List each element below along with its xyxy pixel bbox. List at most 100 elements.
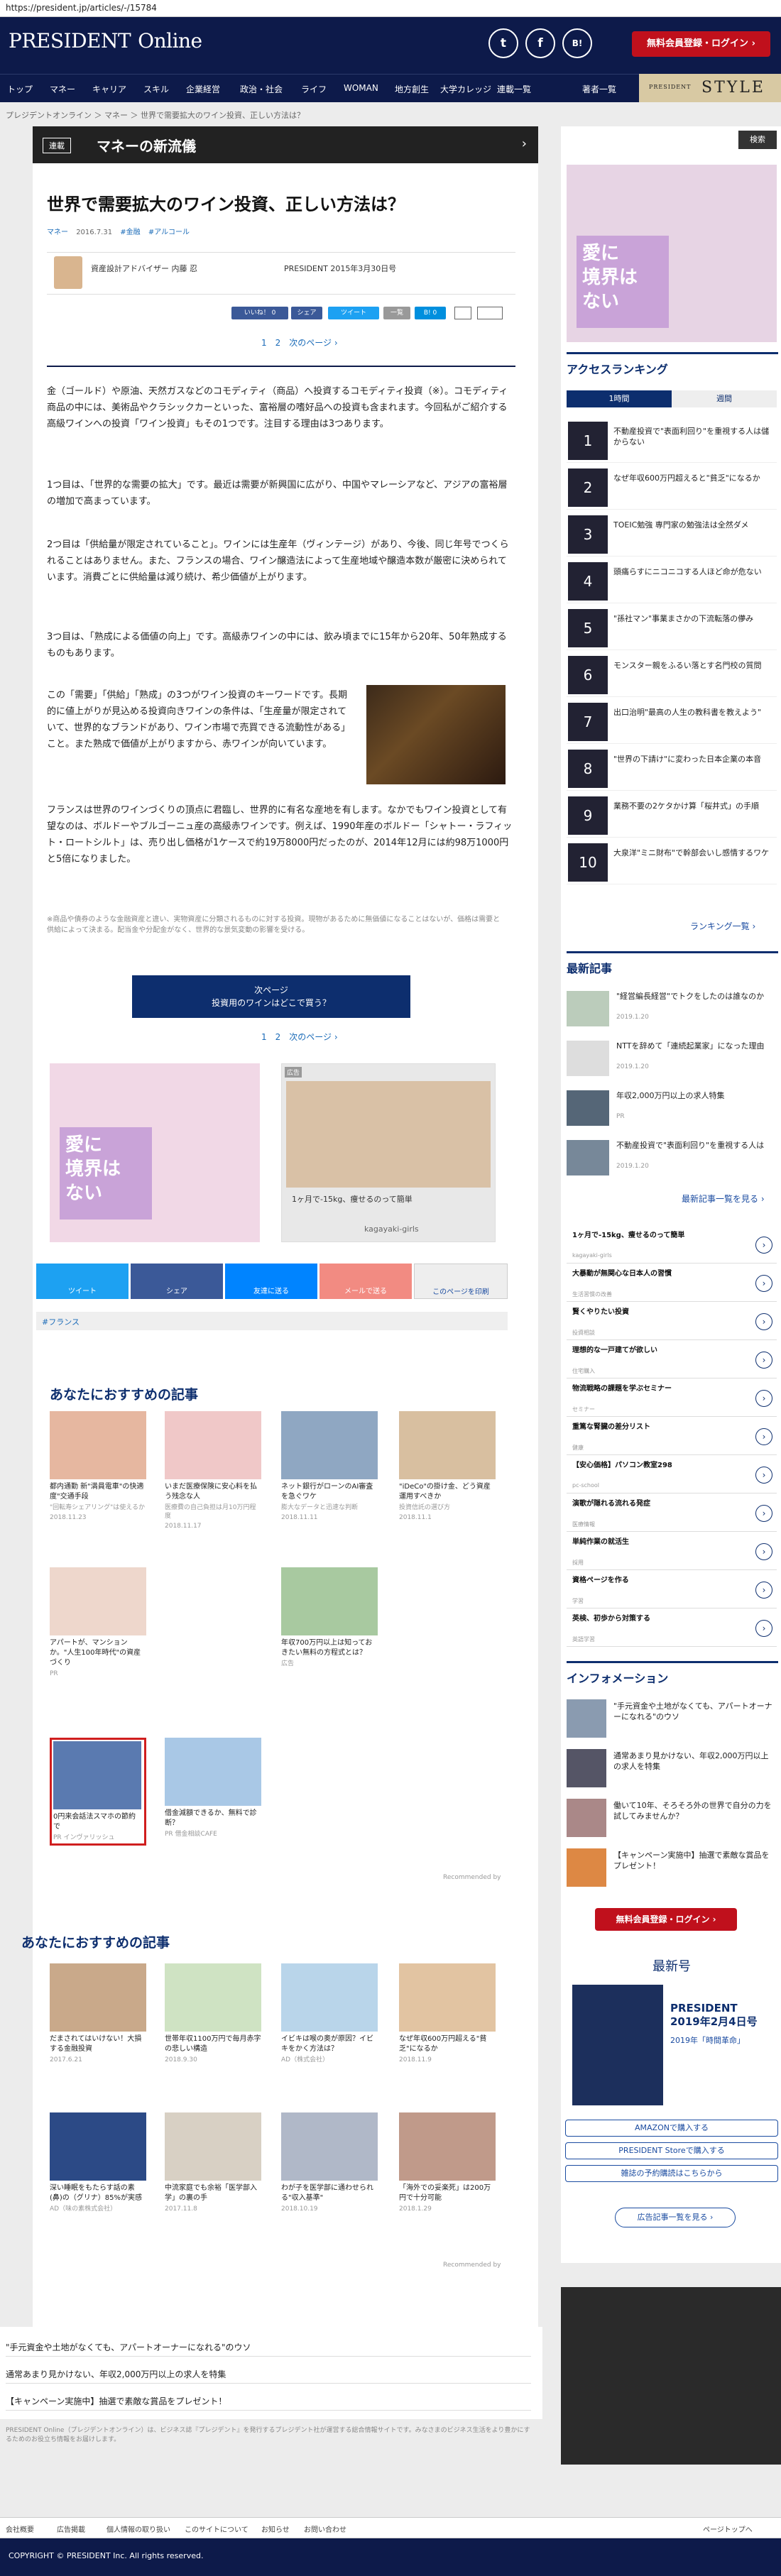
sidebar-register-button[interactable]: 無料会員登録・ログイン › <box>595 1908 737 1931</box>
info-item[interactable]: "手元資金や土地がなくても、アパートオーナーになれる"のウソ <box>567 1697 777 1741</box>
ranking-more-link[interactable]: ランキング一覧 › <box>690 920 755 932</box>
nav-item-life[interactable]: ライフ <box>301 83 327 95</box>
info-item[interactable]: 通常あまり見かけない、年収2,000万円以上の求人を特集 <box>567 1746 777 1790</box>
ranking-item[interactable]: 4 頭痛らすにニコニコする人ほど命が危ない <box>567 559 777 603</box>
footer-link-company[interactable]: 会社概要 <box>6 2523 34 2534</box>
recommend-card[interactable]: なぜ年収600万円超える"貧乏"になるか 2018.11.9 <box>399 1963 496 2064</box>
ad-list-item[interactable]: 英検、初歩から対策する 英語学習 › <box>567 1611 777 1647</box>
print-icon[interactable] <box>477 307 503 319</box>
page-top-link[interactable]: ページトップへ <box>703 2523 753 2534</box>
site-logo[interactable]: PRESIDENT Online <box>9 28 202 53</box>
ranking-item[interactable]: 6 モンスター親をふるい落とす名門校の質問 <box>567 653 777 697</box>
ad-list-item[interactable]: 【安心価格】パソコン教室298 pc-school › <box>567 1458 777 1493</box>
buy-store-button[interactable]: PRESIDENT Storeで購入する <box>565 2142 778 2159</box>
nav-item-woman[interactable]: WOMAN <box>344 83 378 93</box>
latest-item[interactable]: 年収2,000万円以上の求人特集 PR <box>567 1087 777 1130</box>
tweet-button[interactable]: ツイート <box>328 307 379 319</box>
tag-box[interactable]: #フランス <box>36 1312 508 1330</box>
footer-link-about[interactable]: このサイトについて <box>185 2523 248 2534</box>
info-item[interactable]: 【キャンペーン実施中】抽選で素敵な賞品をプレゼント！ <box>567 1846 777 1890</box>
ad-list-item[interactable]: 大暴動が無関心な日本人の習慣 生活習慣の改善 › <box>567 1266 777 1302</box>
ad-list-item[interactable]: 理想的な一戸建てが欲しい 住宅購入 › <box>567 1343 777 1379</box>
ad-list-item[interactable]: 単純作業の就活生 採用 › <box>567 1535 777 1570</box>
ad-list-item[interactable]: 演歌が隠れる流れる発症 医療情報 › <box>567 1496 777 1532</box>
ad-list-item[interactable]: 物流戦略の課題を学ぶセミナー セミナー › <box>567 1381 777 1417</box>
recommend-card[interactable]: "iDeCo"の掛け金、どう資産運用すべきか 投資信託の選び方 2018.11.1 <box>399 1411 496 1522</box>
footer-info-link[interactable]: 通常あまり見かけない、年収2,000万円以上の求人を特集 <box>6 2365 531 2384</box>
recommend-card[interactable]: 都内通勤 新"満員電車"の快適度"交通手段 "回転寿シェアリング"は使えるか 201… <box>50 1411 146 1522</box>
recommend-card[interactable]: 年収700万円以上は知っておきたい無料の方程式とは？ 広告 <box>281 1567 378 1668</box>
latest-item[interactable]: NTTを辞めて「連続起業家」になった理由 2019.1.20 <box>567 1038 777 1080</box>
address-bar[interactable]: https://president.jp/articles/-/15784 <box>0 0 781 17</box>
share-twitter-button[interactable]: ツイート <box>36 1264 129 1299</box>
recommend-card[interactable]: いまだ医療保険に安心料を払う残念な人 医療費の自己負担は月10万円程度 2018.1… <box>165 1411 261 1530</box>
recommend-card[interactable]: だまされてはいけない！大損する金融投資 2017.6.21 <box>50 1963 146 2064</box>
ad-list-item[interactable]: 賢くやりたい投資 投資相談 › <box>567 1305 777 1340</box>
latest-item[interactable]: "経営編長経営"でトクをしたのは誰なのか 2019.1.20 <box>567 988 777 1031</box>
footer-link-advertising[interactable]: 広告掲載 <box>57 2523 85 2534</box>
series-band[interactable]: 連載 マネーの新流儀 › <box>33 126 538 163</box>
dancyu-ad-banner[interactable] <box>561 2287 781 2465</box>
ranking-item[interactable]: 7 出口治明"最高の人生の教科書を教えよう" <box>567 700 777 744</box>
recommend-card[interactable]: ネット銀行がローンのAI審査を急ぐワケ 膨大なデータと迅速な判断 2018.11.1… <box>281 1411 378 1522</box>
sidebar-ad-banner[interactable]: 愛に 境界は ない <box>567 165 777 342</box>
recommend-card[interactable]: 世帯年収1100万円で毎月赤字の悲しい構造 2018.9.30 <box>165 1963 261 2064</box>
like-button[interactable]: いいね！ 0 <box>231 307 288 319</box>
ranking-item[interactable]: 3 TOEIC勉強 専門家の勉強法は全然ダメ <box>567 513 777 557</box>
subscribe-button[interactable]: 雑誌の予約購読はこちらから <box>565 2165 778 2182</box>
ranking-item[interactable]: 1 不動産投資で"表面利回り"を重視する人は儲からない <box>567 419 777 463</box>
meta-category[interactable]: マネー <box>47 229 68 236</box>
author-name[interactable]: 資産設計アドバイザー 内藤 忍 <box>91 263 197 274</box>
search-button[interactable]: 検索 <box>738 131 777 149</box>
ad-banner-left[interactable]: 愛に 境界は ない <box>50 1063 260 1242</box>
nav-item-skill[interactable]: スキル <box>143 83 169 95</box>
meta-tag-finance[interactable]: #金融 <box>120 229 140 236</box>
share-mail-button[interactable]: メールで送る <box>320 1264 412 1299</box>
ad-list-item[interactable]: 重篤な腎臓の差分リスト 健康 › <box>567 1420 777 1455</box>
ranking-item[interactable]: 10 大泉洋"ミニ財布"で幹部会いし感情するワケ <box>567 840 777 884</box>
footer-link-privacy[interactable]: 個人情報の取り扱い <box>106 2523 170 2534</box>
list-button[interactable]: 一覧 <box>383 307 410 319</box>
ad-banner-right[interactable]: 広告 1ヶ月で-15kg、痩せるのって簡単 kagayaki-girls <box>281 1063 496 1242</box>
ranking-tab-week[interactable]: 週間 <box>672 390 777 407</box>
footer-info-link[interactable]: 【キャンペーン実施中】抽選で素敵な賞品をプレゼント！ <box>6 2392 531 2411</box>
ranking-item[interactable]: 2 なぜ年収600万円超えると"貧乏"になるか <box>567 466 777 510</box>
recommend-card[interactable]: 「海外での妥楽死」は200万円で十分可能 2018.1.29 <box>399 2112 496 2213</box>
buy-amazon-button[interactable]: AMAZONで購入する <box>565 2120 778 2137</box>
hatena-bookmark-button[interactable]: B! 0 <box>415 307 446 319</box>
magazine-cover[interactable] <box>572 1985 663 2105</box>
mail-icon[interactable] <box>454 307 471 319</box>
nav-item-series[interactable]: 連載一覧 <box>497 83 531 95</box>
latest-more-link[interactable]: 最新記事一覧を見る › <box>682 1193 765 1205</box>
recommend-card[interactable]: 0円来会話法スマホの節約で PR インヴァリッシュ <box>50 1738 146 1846</box>
footer-info-link[interactable]: "手元資金や土地がなくても、アパートオーナーになれる"のウソ <box>6 2338 531 2357</box>
magazine-title[interactable]: PRESIDENT 2019年2月4日号 <box>670 2002 777 2029</box>
facebook-icon[interactable]: f <box>525 28 555 58</box>
recommend-card[interactable]: わが子を医学部に通わせられる"収入基準" 2018.10.19 <box>281 2112 378 2213</box>
recommend-card[interactable]: 中流家庭でも余裕「医学部入学」の裏の手 2017.11.8 <box>165 2112 261 2213</box>
share-facebook-button[interactable]: シェア <box>131 1264 223 1299</box>
recommend-card[interactable]: 深い睡眠をもたらす話の素(鼻)の（グリナ）85%が実感 AD（味の素株式会社） <box>50 2112 146 2213</box>
footer-link-contact[interactable]: お問い合わせ <box>304 2523 346 2534</box>
register-login-button[interactable]: 無料会員登録・ログイン › <box>632 31 770 57</box>
ad-articles-more-button[interactable]: 広告記事一覧を見る › <box>615 2208 736 2227</box>
latest-item[interactable]: 不動産投資で"表面利回り"を重視する人は 2019.1.20 <box>567 1137 777 1180</box>
nav-item-career[interactable]: キャリア <box>92 83 126 95</box>
nav-item-top[interactable]: トップ <box>7 83 33 95</box>
next-page-button[interactable]: 次ページ 投資用のワインはどこで買う？ <box>132 975 410 1018</box>
ad-list-item[interactable]: 資格ページを作る 学習 › <box>567 1573 777 1608</box>
share-messenger-button[interactable]: 友達に送る <box>225 1264 317 1299</box>
ranking-item[interactable]: 9 業務不要の2ケタかけ算「桜井式」の手順 <box>567 794 777 838</box>
president-style-link[interactable]: PRESIDENT STYLE <box>639 74 781 102</box>
nav-item-management[interactable]: 企業経営 <box>186 83 220 95</box>
recommend-card[interactable]: イビキは喉の奥が原因？イビキをかく方法は？ AD（株式会社） <box>281 1963 378 2064</box>
ranking-item[interactable]: 8 "世界の下請け"に変わった日本企業の本音 <box>567 747 777 791</box>
ranking-tab-hour[interactable]: 1時間 <box>567 390 672 407</box>
ad-list-item[interactable]: 1ヶ月で-15kg、痩せるのって簡単 kagayaki-girls › <box>567 1228 777 1264</box>
recommend-card[interactable]: 借金減額できるか、無料で診断？ PR 借金相談CAFE <box>165 1738 261 1838</box>
twitter-icon[interactable]: t <box>488 28 518 58</box>
article-pager-bottom[interactable]: 1 2 次のページ › <box>261 1031 338 1043</box>
ranking-item[interactable]: 5 "孫社マン"事業まさかの下流転落の儚み <box>567 606 777 650</box>
nav-item-authors[interactable]: 著者一覧 <box>582 83 616 95</box>
nav-item-money[interactable]: マネー <box>50 83 75 95</box>
